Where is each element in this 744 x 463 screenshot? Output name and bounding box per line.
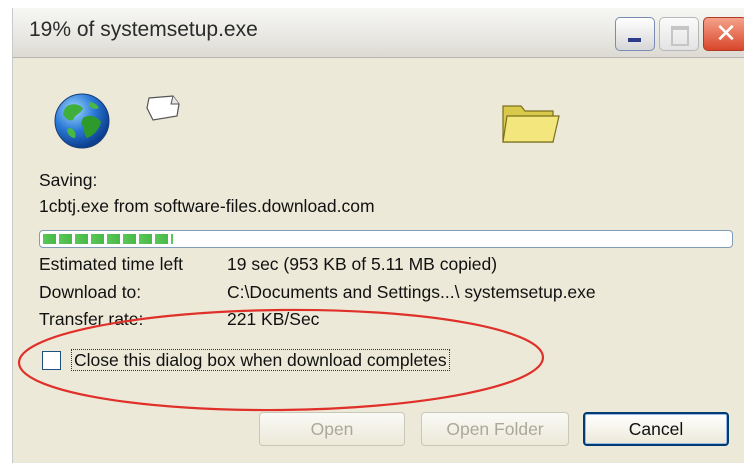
download-dialog: 19% of systemsetup.exe ✕ Saving: 1cbtj.e… (12, 8, 744, 463)
download-to-value: C:\Documents and Settings...\ systemsetu… (227, 282, 596, 302)
download-to-label: Download to: (39, 282, 142, 302)
open-button[interactable]: Open (259, 412, 405, 446)
minimize-icon (628, 38, 641, 42)
title-bar[interactable]: 19% of systemsetup.exe ✕ (13, 8, 744, 58)
annotation-ellipse (17, 308, 545, 412)
open-folder-button[interactable]: Open Folder (421, 412, 569, 446)
globe-icon (54, 93, 110, 149)
folder-icon (502, 105, 560, 143)
document-icon (146, 95, 180, 121)
download-source: 1cbtj.exe from software-files.download.c… (39, 196, 375, 216)
close-button[interactable]: ✕ (703, 17, 744, 51)
maximize-icon (671, 26, 689, 46)
time-left-label: Estimated time left (39, 254, 183, 274)
window-title: 19% of systemsetup.exe (29, 18, 258, 41)
progress-fill (43, 234, 173, 244)
minimize-button[interactable] (615, 17, 655, 51)
time-left-value: 19 sec (953 KB of 5.11 MB copied) (227, 254, 498, 274)
download-progress-bar (39, 230, 733, 248)
cancel-button[interactable]: Cancel (583, 412, 729, 446)
close-icon: ✕ (715, 19, 737, 49)
maximize-button[interactable] (659, 17, 699, 51)
saving-label: Saving: (39, 170, 98, 190)
